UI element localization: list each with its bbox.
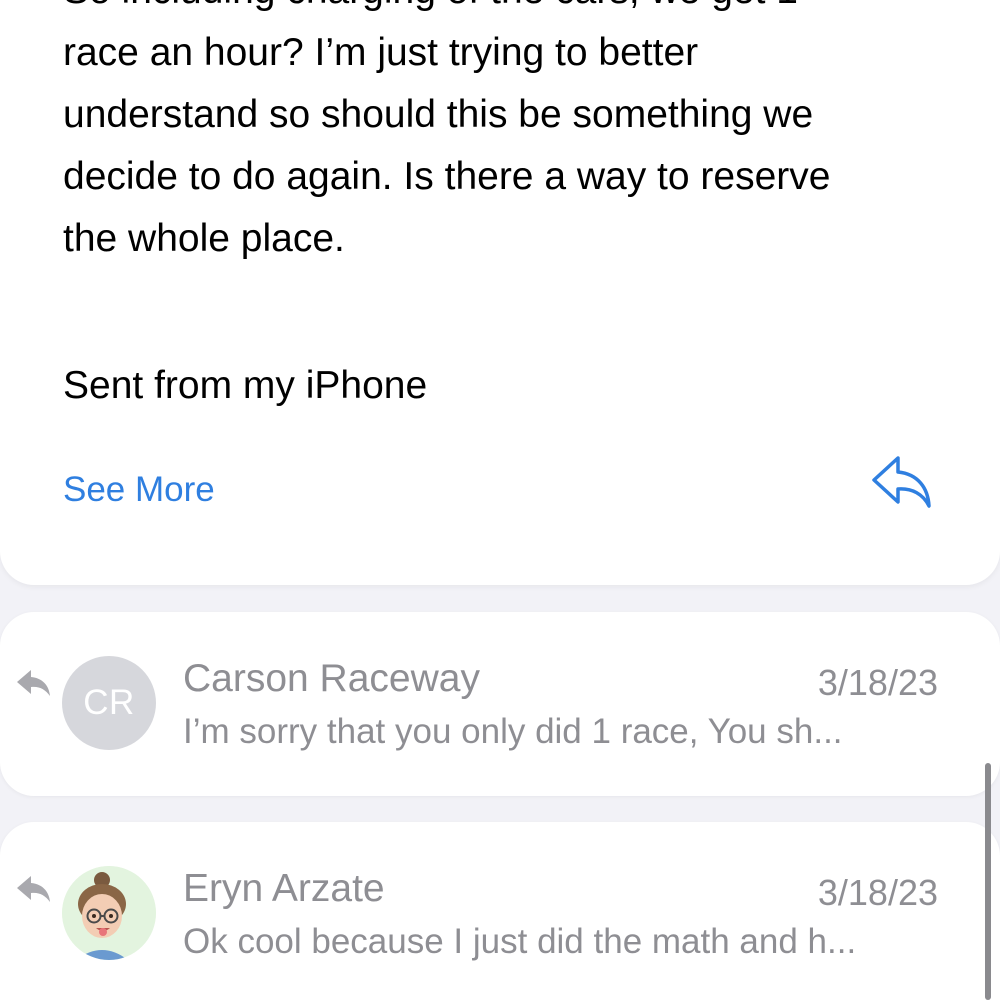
thread-message-row[interactable]: Eryn Arzate 3/18/23 Ok cool because I ju… xyxy=(0,822,1000,1000)
scrollbar[interactable] xyxy=(985,763,991,1000)
expanded-message-card: So including charging of the cars, we ge… xyxy=(0,0,1000,585)
reply-icon xyxy=(872,456,931,508)
message-text: So including charging of the cars, we ge… xyxy=(63,0,831,260)
thread-message-row[interactable]: CR Carson Raceway 3/18/23 I’m sorry that… xyxy=(0,612,1000,796)
see-more-link[interactable]: See More xyxy=(63,470,215,510)
message-signature: Sent from my iPhone xyxy=(63,364,428,407)
message-body: So including charging of the cars, we ge… xyxy=(63,0,963,407)
memoji-avatar xyxy=(62,866,156,960)
replied-icon xyxy=(17,670,50,696)
avatar: CR xyxy=(62,656,156,750)
message-date: 3/18/23 xyxy=(817,662,938,703)
mail-thread-view: So including charging of the cars, we ge… xyxy=(0,0,1000,1000)
message-date: 3/18/23 xyxy=(817,872,938,913)
reply-button[interactable] xyxy=(866,450,936,512)
sender-name: Eryn Arzate xyxy=(183,867,385,910)
memoji-icon xyxy=(62,866,156,960)
message-preview: Ok cool because I just did the math and … xyxy=(183,922,857,961)
sender-name: Carson Raceway xyxy=(183,657,480,700)
message-preview: I’m sorry that you only did 1 race, You … xyxy=(183,712,843,751)
replied-icon xyxy=(17,876,50,902)
